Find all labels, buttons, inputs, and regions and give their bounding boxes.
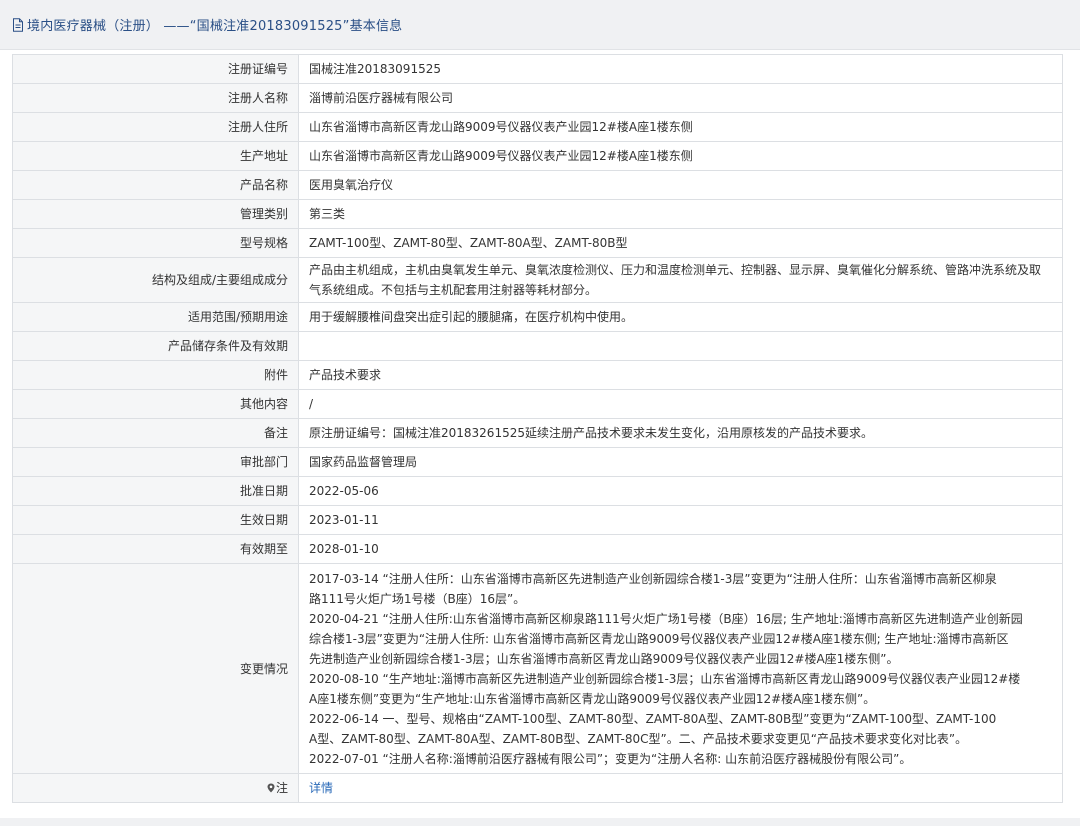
table-row: 产品名称 医用臭氧治疗仪 [12,170,1063,200]
field-label: 产品储存条件及有效期 [12,331,299,361]
field-label: 产品名称 [12,170,299,200]
change-line: 综合楼1-3层”变更为“注册人住所: 山东省淄博市高新区青龙山路9009号仪器仪… [309,631,1009,646]
table-row: 型号规格 ZAMT-100型、ZAMT-80型、ZAMT-80A型、ZAMT-8… [12,228,1063,258]
table-row: 有效期至 2028-01-10 [12,534,1063,564]
change-line: 路111号火炬广场1号楼（B座）16层”。 [309,591,526,606]
table-row: 生产地址 山东省淄博市高新区青龙山路9009号仪器仪表产业园12#楼A座1楼东侧 [12,141,1063,171]
location-pin-icon [267,779,275,793]
change-line: 2022-06-14 一、型号、规格由“ZAMT-100型、ZAMT-80型、Z… [309,711,997,726]
table-row: 注册证编号 国械注准20183091525 [12,54,1063,84]
table-row: 适用范围/预期用途 用于缓解腰椎间盘突出症引起的腰腿痛，在医疗机构中使用。 [12,302,1063,332]
table-row: 生效日期 2023-01-11 [12,505,1063,535]
table-row: 产品储存条件及有效期 [12,331,1063,361]
page-header: 境内医疗器械（注册） ——“国械注准20183091525”基本信息 [0,0,1080,50]
table-row: 管理类别 第三类 [12,199,1063,229]
field-value: 产品由主机组成，主机由臭氧发生单元、臭氧浓度检测仪、压力和温度检测单元、控制器、… [298,257,1063,303]
field-value: 山东省淄博市高新区青龙山路9009号仪器仪表产业园12#楼A座1楼东侧 [298,112,1063,142]
field-value: 用于缓解腰椎间盘突出症引起的腰腿痛，在医疗机构中使用。 [298,302,1063,332]
field-label: 注 [275,781,288,795]
detail-link[interactable]: 详情 [309,781,333,795]
field-value: 国家药品监督管理局 [298,447,1063,477]
field-value: 淄博前沿医疗器械有限公司 [298,83,1063,113]
field-label: 注册人住所 [12,112,299,142]
table-row: 注册人名称 淄博前沿医疗器械有限公司 [12,83,1063,113]
table-row: 附件 产品技术要求 [12,360,1063,390]
field-value: 第三类 [298,199,1063,229]
change-line: A型、ZAMT-80型、ZAMT-80A型、ZAMT-80B型、ZAMT-80C… [309,731,968,746]
change-line: 先进制造产业创新园综合楼1-3层；山东省淄博市高新区青龙山路9009号仪器仪表产… [309,651,899,666]
note-label-cell: 注 [12,773,299,803]
info-table: 注册证编号 国械注准20183091525 注册人名称 淄博前沿医疗器械有限公司… [12,54,1063,803]
field-value: / [298,389,1063,419]
field-label: 结构及组成/主要组成成分 [12,257,299,303]
field-label: 批准日期 [12,476,299,506]
table-row: 其他内容 / [12,389,1063,419]
field-label: 注册人名称 [12,83,299,113]
change-line: 2020-04-21 “注册人住所:山东省淄博市高新区柳泉路111号火炬广场1号… [309,611,1023,626]
field-value: 2022-05-06 [298,476,1063,506]
bottom-bar [0,818,1080,826]
table-row: 备注 原注册证编号：国械注准20183261525延续注册产品技术要求未发生变化… [12,418,1063,448]
change-line: A座1楼东侧”变更为“生产地址:山东省淄博市高新区青龙山路9009号仪器仪表产业… [309,691,876,706]
field-label: 管理类别 [12,199,299,229]
field-value: 山东省淄博市高新区青龙山路9009号仪器仪表产业园12#楼A座1楼东侧 [298,141,1063,171]
field-value [298,331,1063,361]
field-value: ZAMT-100型、ZAMT-80型、ZAMT-80A型、ZAMT-80B型 [298,228,1063,258]
field-label: 注册证编号 [12,54,299,84]
document-icon [12,17,24,32]
field-label: 型号规格 [12,228,299,258]
field-label: 适用范围/预期用途 [12,302,299,332]
change-line: 2020-08-10 “生产地址:淄博市高新区先进制造产业创新园综合楼1-3层；… [309,671,1021,686]
table-row: 变更情况 2017-03-14 “注册人住所：山东省淄博市高新区先进制造产业创新… [12,563,1063,774]
field-value: 国械注准20183091525 [298,54,1063,84]
field-value: 产品技术要求 [298,360,1063,390]
change-history: 2017-03-14 “注册人住所：山东省淄博市高新区先进制造产业创新园综合楼1… [298,563,1063,774]
info-table-container: 注册证编号 国械注准20183091525 注册人名称 淄博前沿医疗器械有限公司… [12,54,1063,803]
field-label: 附件 [12,360,299,390]
field-label: 生效日期 [12,505,299,535]
field-value: 2028-01-10 [298,534,1063,564]
field-value: 医用臭氧治疗仪 [298,170,1063,200]
field-label: 审批部门 [12,447,299,477]
table-row: 结构及组成/主要组成成分 产品由主机组成，主机由臭氧发生单元、臭氧浓度检测仪、压… [12,257,1063,303]
change-line: 2022-07-01 “注册人名称:淄博前沿医疗器械有限公司”；变更为“注册人名… [309,751,912,766]
page-title: 境内医疗器械（注册） ——“国械注准20183091525”基本信息 [27,19,403,34]
table-row: 批准日期 2022-05-06 [12,476,1063,506]
change-line: 2017-03-14 “注册人住所：山东省淄博市高新区先进制造产业创新园综合楼1… [309,571,997,586]
field-label: 变更情况 [12,563,299,774]
field-label: 其他内容 [12,389,299,419]
table-row: 注 详情 [12,773,1063,803]
field-label: 备注 [12,418,299,448]
page: 境内医疗器械（注册） ——“国械注准20183091525”基本信息 注册证编号… [0,0,1080,826]
table-row: 审批部门 国家药品监督管理局 [12,447,1063,477]
field-label: 生产地址 [12,141,299,171]
field-value: 详情 [298,773,1063,803]
table-row: 注册人住所 山东省淄博市高新区青龙山路9009号仪器仪表产业园12#楼A座1楼东… [12,112,1063,142]
field-label: 有效期至 [12,534,299,564]
field-value: 2023-01-11 [298,505,1063,535]
field-value: 原注册证编号：国械注准20183261525延续注册产品技术要求未发生变化，沿用… [298,418,1063,448]
